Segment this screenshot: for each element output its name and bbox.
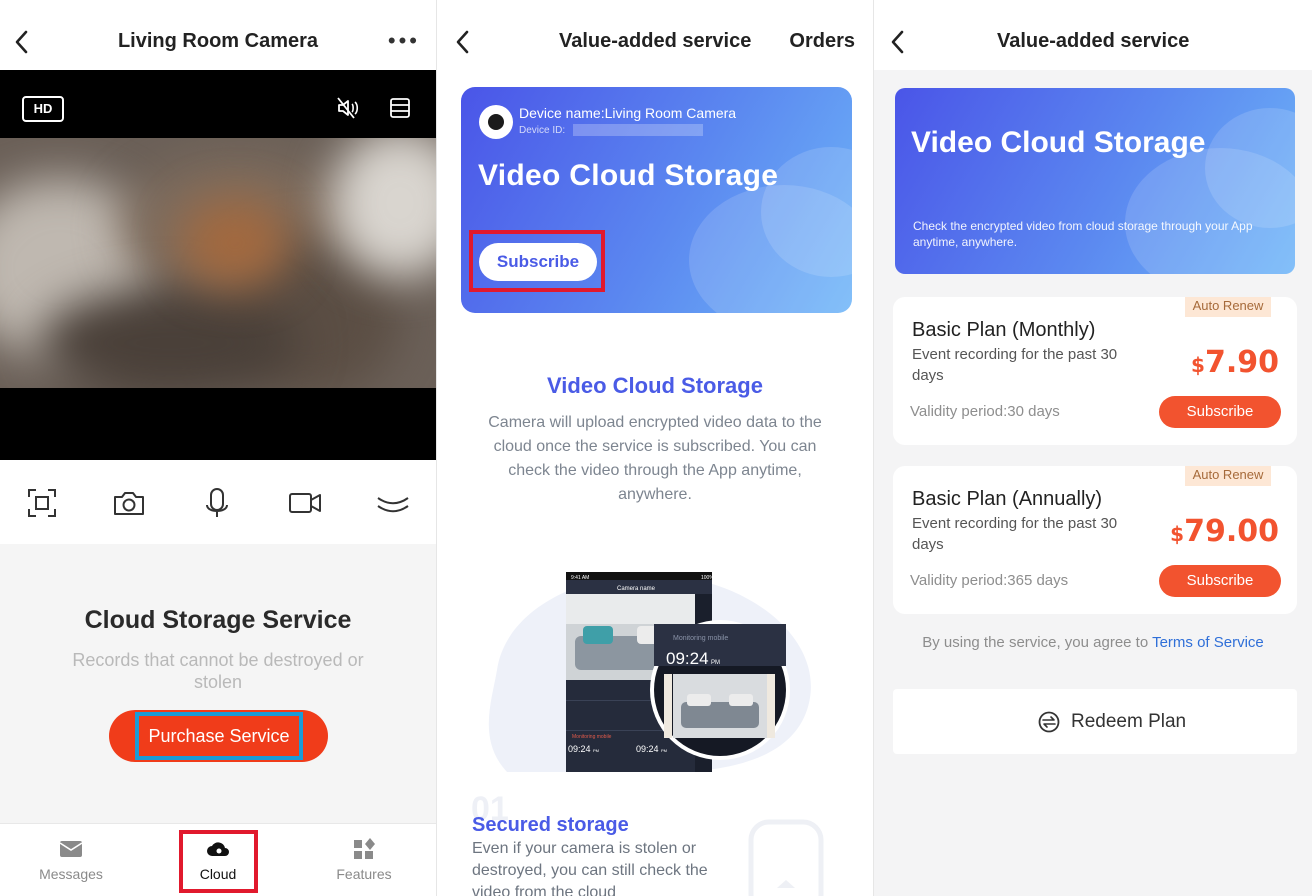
layout-icon[interactable] [388, 96, 412, 120]
camera-icon[interactable] [112, 486, 146, 520]
auto-renew-badge: Auto Renew [1185, 466, 1271, 486]
nav-bar: Living Room Camera ••• [0, 0, 436, 70]
more-menu-icon[interactable]: ••• [388, 30, 420, 52]
hero-description: Check the encrypted video from cloud sto… [913, 219, 1253, 249]
tab-label: Messages [39, 866, 103, 882]
preview-monitoring-label-2: Monitoring mobile [673, 635, 728, 642]
tab-messages[interactable]: Messages [21, 838, 121, 882]
subscribe-highlight: Subscribe [469, 230, 605, 292]
nav-bar: Value-added service Orders [437, 0, 873, 70]
price-amount: 79.00 [1184, 514, 1279, 549]
camera-feed-image [0, 138, 436, 388]
device-name: Device name:Living Room Camera [519, 105, 737, 121]
mute-icon[interactable] [336, 96, 360, 120]
redeem-plan-label: Redeem Plan [1071, 711, 1187, 732]
redeem-icon [1038, 711, 1060, 733]
value-added-service-panel: Value-added service Orders Device name:L… [436, 0, 873, 896]
hd-quality-button[interactable]: HD [22, 96, 64, 122]
feature-secured-storage: 01 Secured storage Even if your camera i… [437, 772, 873, 896]
tab-label: Features [336, 866, 392, 882]
plan-validity: Validity period:365 days [910, 572, 1069, 589]
microphone-icon[interactable] [200, 486, 234, 520]
hero-title: Video Cloud Storage [911, 126, 1206, 159]
envelope-icon [59, 841, 83, 857]
grid-icon [354, 838, 375, 859]
back-arrow-icon[interactable] [453, 28, 473, 56]
orders-link[interactable]: Orders [789, 30, 855, 53]
redeem-plan-button[interactable]: Redeem Plan [893, 689, 1297, 754]
camera-controls [0, 460, 436, 544]
cloud-storage-hero: Video Cloud Storage Check the encrypted … [895, 88, 1295, 274]
terms-text: By using the service, you agree to [922, 634, 1153, 651]
price-currency: $ [1170, 522, 1185, 546]
cloud-storage-title: Cloud Storage Service [84, 606, 352, 634]
more-controls-icon[interactable] [376, 486, 410, 520]
preview-clock-ampm: PM [711, 660, 720, 666]
cloud-storage-promo: Cloud Storage Service Records that canno… [0, 544, 436, 823]
app-preview-illustration: 9:41 AM 100% Camera name Monitoring mobi… [488, 572, 811, 772]
hero-title: Video Cloud Storage [478, 159, 779, 192]
terms-of-service-link[interactable]: Terms of Service [1152, 634, 1264, 651]
terms-notice: By using the service, you agree to Terms… [914, 635, 1272, 651]
price-amount: 7.90 [1204, 345, 1279, 380]
preview-clock-small: 09:24 [568, 744, 591, 754]
video-player[interactable]: HD [0, 70, 436, 460]
plan-price: $79.00 [1170, 514, 1279, 549]
plans-panel: Value-added service Video Cloud Storage … [873, 0, 1312, 896]
purchase-service-label: Purchase Service [135, 712, 303, 760]
preview-clock-small-2-ampm: PM [661, 748, 667, 753]
preview-screen-title: Camera name [617, 586, 656, 592]
subscribe-button[interactable]: Subscribe [479, 243, 597, 281]
plan-card-monthly: Auto Renew Basic Plan (Monthly) Event re… [893, 297, 1297, 445]
tab-features[interactable]: Features [314, 838, 414, 882]
auto-renew-badge: Auto Renew [1185, 297, 1271, 317]
device-id-redacted [573, 124, 703, 136]
preview-clock-small-2: 09:24 [636, 744, 659, 754]
device-id-label: Device ID: [519, 125, 566, 136]
page-title: Value-added service [559, 30, 752, 52]
cloud-storage-subtitle: Records that cannot be destroyed or stol… [72, 650, 364, 692]
subscribe-annually-button[interactable]: Subscribe [1159, 565, 1281, 597]
cloud-tab-highlight [179, 830, 258, 893]
plan-card-annually: Auto Renew Basic Plan (Annually) Event r… [893, 466, 1297, 614]
subscribe-monthly-button[interactable]: Subscribe [1159, 396, 1281, 428]
feature-description: Even if your camera is stolen or destroy… [472, 840, 708, 896]
preview-clock: 09:24 [666, 649, 709, 668]
back-arrow-icon[interactable] [888, 28, 908, 56]
camera-avatar [479, 105, 513, 139]
fullscreen-icon[interactable] [25, 486, 59, 520]
plan-name: Basic Plan (Monthly) [912, 319, 1096, 341]
purchase-service-button[interactable]: Purchase Service [109, 710, 328, 762]
page-title: Living Room Camera [117, 30, 319, 52]
section-title: Video Cloud Storage [547, 373, 763, 398]
bottom-tab-bar: Messages Cloud Features [0, 823, 436, 896]
storage-device-icon [748, 819, 824, 896]
plan-validity: Validity period:30 days [910, 403, 1060, 420]
feature-title: Secured storage [472, 814, 629, 836]
video-record-icon[interactable] [288, 486, 322, 520]
subscription-hero-card: Device name:Living Room Camera Device ID… [461, 87, 852, 313]
nav-bar: Value-added service [874, 0, 1312, 70]
plan-price: $7.90 [1191, 345, 1279, 380]
preview-clock-small-ampm: PM [593, 748, 599, 753]
section-description: Camera will upload encrypted video data … [488, 414, 822, 503]
plan-description: Event recording for the past 30 days [912, 346, 1118, 384]
page-title: Value-added service [997, 30, 1190, 52]
price-currency: $ [1191, 353, 1205, 377]
plan-description: Event recording for the past 30 days [912, 515, 1118, 553]
video-toolbar: HD [0, 70, 436, 138]
preview-monitoring-label: Monitoring mobile [572, 734, 612, 740]
camera-live-view-panel: Living Room Camera ••• HD Cloud Storage … [0, 0, 436, 896]
plan-name: Basic Plan (Annually) [912, 488, 1103, 510]
